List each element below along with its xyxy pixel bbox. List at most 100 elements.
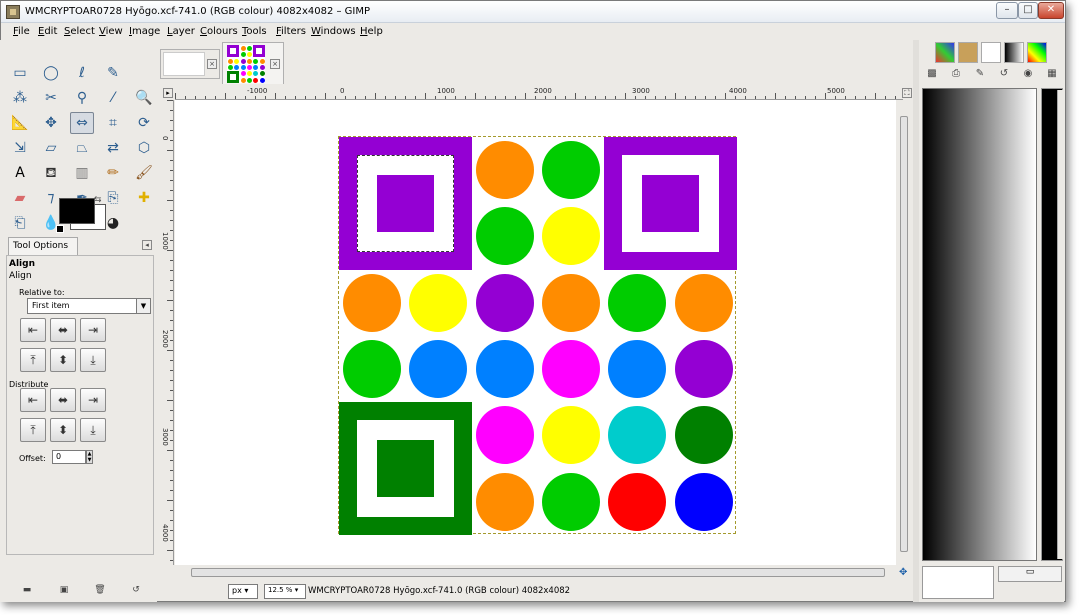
align-vcenter-button[interactable]: ⬍ <box>50 348 76 372</box>
fuzzy-select-tool-icon[interactable]: ✎ <box>101 62 125 84</box>
eraser-tool-icon[interactable]: ▰ <box>8 187 32 209</box>
vertical-scroll-thumb[interactable] <box>900 116 908 552</box>
paintbrush-tool-icon[interactable]: 🖌 <box>132 162 156 184</box>
menu-edit[interactable]: Edit <box>38 26 57 37</box>
dock-undo-icon[interactable]: ↺ <box>995 66 1013 82</box>
minimize-button[interactable]: – <box>996 2 1018 19</box>
thumb-dot <box>234 64 240 70</box>
distribute-right-button[interactable]: ⇥ <box>80 388 106 412</box>
distribute-vcenter-button[interactable]: ⬍ <box>50 418 76 442</box>
menu-file[interactable]: File <box>13 26 30 37</box>
align-bottom-button[interactable]: ⤓ <box>80 348 106 372</box>
dock-tab-patterns[interactable] <box>958 42 978 63</box>
heal-tool-icon[interactable]: ✚ <box>132 187 156 209</box>
perspective-tool-icon[interactable]: ⏢ <box>70 137 94 159</box>
swap-colors-icon[interactable]: ⇆ <box>94 195 102 205</box>
image-tab-active[interactable]: × <box>222 42 284 84</box>
distribute-left-button[interactable]: ⇤ <box>20 388 46 412</box>
unit-select[interactable]: px ▾ <box>228 584 258 599</box>
gradient-preview[interactable] <box>922 88 1037 561</box>
color-picker-tool-icon[interactable]: ⁄ <box>101 87 125 109</box>
bucket-fill-tool-icon[interactable]: ⛾ <box>39 162 63 184</box>
dock-paths-icon[interactable]: ✎ <box>971 66 989 82</box>
perspective-clone-tool-icon[interactable]: ⎗ <box>8 212 32 234</box>
shear-tool-icon[interactable]: ▱ <box>39 137 63 159</box>
dock-tab-palettes[interactable] <box>1027 42 1047 63</box>
text-tool-icon[interactable]: A <box>8 162 32 184</box>
menu-colours[interactable]: Colours <box>200 26 238 37</box>
dock-secondary-scrollbar[interactable] <box>1057 90 1063 559</box>
image-tab-blank[interactable]: × <box>160 49 220 79</box>
select-by-color-tool-icon[interactable]: ⁂ <box>8 87 32 109</box>
chevron-down-icon[interactable]: ▼ <box>136 299 150 313</box>
align-top-button[interactable]: ⤒ <box>20 348 46 372</box>
distribute-hcenter-button[interactable]: ⬌ <box>50 388 76 412</box>
scissors-select-tool-icon[interactable]: ✂ <box>39 87 63 109</box>
save-options-icon[interactable]: ▬ <box>21 585 33 595</box>
unit-value: px <box>232 586 242 595</box>
close-button[interactable]: ✕ <box>1038 2 1064 19</box>
close-icon[interactable]: × <box>207 59 217 69</box>
qr-dot <box>475 141 534 199</box>
menu-tools[interactable]: Tools <box>242 26 267 37</box>
offset-stepper[interactable]: ▲ ▼ <box>86 450 93 464</box>
close-icon[interactable]: × <box>270 59 280 69</box>
restore-options-icon[interactable]: ▣ <box>58 585 70 595</box>
horizontal-scroll-thumb[interactable] <box>191 568 885 577</box>
distribute-top-button[interactable]: ⤒ <box>20 418 46 442</box>
tool-options-menu-icon[interactable]: ◂ <box>142 240 152 250</box>
relative-to-select[interactable]: First item ▼ <box>27 298 151 314</box>
align-left-button[interactable]: ⇤ <box>20 318 46 342</box>
dock-tab-gradients[interactable] <box>1004 42 1024 63</box>
default-colors-icon[interactable] <box>56 225 64 233</box>
rotate-tool-icon[interactable]: ⟳ <box>132 112 156 134</box>
move-tool-icon[interactable]: ✥ <box>39 112 63 134</box>
thumb-dot <box>228 64 233 70</box>
cage-tool-icon[interactable]: ⬡ <box>132 137 156 159</box>
reset-options-icon[interactable]: ↺ <box>130 585 142 595</box>
delete-options-icon[interactable]: 🗑 <box>94 585 106 595</box>
distribute-bottom-button[interactable]: ⤓ <box>80 418 106 442</box>
align-right-button[interactable]: ⇥ <box>80 318 106 342</box>
menu-filters[interactable]: Filters <box>276 26 306 37</box>
zoom-tool-icon[interactable]: 🔍 <box>132 87 156 109</box>
offset-input[interactable]: 0 <box>52 450 86 464</box>
scale-tool-icon[interactable]: ⇲ <box>8 137 32 159</box>
dock-palette-icon-icon[interactable]: ▦ <box>1043 66 1061 82</box>
menu-select[interactable]: Select <box>64 26 95 37</box>
measure-tool-icon[interactable]: 📐 <box>8 112 32 134</box>
menu-windows[interactable]: Windows <box>311 26 356 37</box>
dock-channels-icon[interactable]: ⎙ <box>947 66 965 82</box>
blend-tool-icon[interactable]: ▥ <box>70 162 94 184</box>
align-hcenter-button[interactable]: ⬌ <box>50 318 76 342</box>
menu-layer[interactable]: Layer <box>167 26 195 37</box>
free-select-tool-icon[interactable]: ℓ <box>70 62 94 84</box>
maximize-button[interactable]: □ <box>1018 2 1038 19</box>
dock-layers-icon[interactable]: ▩ <box>923 66 941 82</box>
foreground-color-swatch[interactable] <box>59 198 95 224</box>
navigate-icon[interactable]: ✥ <box>899 567 907 578</box>
dock-colormap-icon[interactable]: ◉ <box>1019 66 1037 82</box>
foreground-select-tool-icon[interactable]: ⚲ <box>70 87 94 109</box>
rect-select-tool-icon[interactable]: ▭ <box>8 62 32 84</box>
align-tool-icon[interactable]: ⇔ <box>70 112 94 134</box>
color-selector[interactable]: ⇆ <box>56 195 106 233</box>
pencil-tool-icon[interactable]: ✏ <box>101 162 125 184</box>
flip-tool-icon[interactable]: ⇄ <box>101 137 125 159</box>
tool-options-tab[interactable]: Tool Options <box>8 237 78 255</box>
zoom-select[interactable]: 12.5 % ▾ <box>264 584 306 599</box>
menu-view[interactable]: View <box>99 26 123 37</box>
ellipse-select-tool-icon[interactable]: ◯ <box>39 62 63 84</box>
vertical-scrollbar[interactable] <box>898 100 910 565</box>
horizontal-scrollbar[interactable] <box>175 566 896 578</box>
brush-preview[interactable] <box>922 566 994 599</box>
dock-tab-brushes[interactable] <box>935 42 955 63</box>
menu-image[interactable]: Image <box>129 26 160 37</box>
crop-tool-icon[interactable]: ⌗ <box>101 112 125 134</box>
zoom-fit-icon[interactable]: ⛶ <box>902 88 912 98</box>
menu-help[interactable]: Help <box>360 26 383 37</box>
qr-image[interactable] <box>338 136 737 535</box>
dock-edit-button[interactable]: ▭ <box>998 566 1062 582</box>
menu-arrow-icon[interactable]: ▸ <box>163 88 173 98</box>
dock-tab-paths[interactable] <box>981 42 1001 63</box>
